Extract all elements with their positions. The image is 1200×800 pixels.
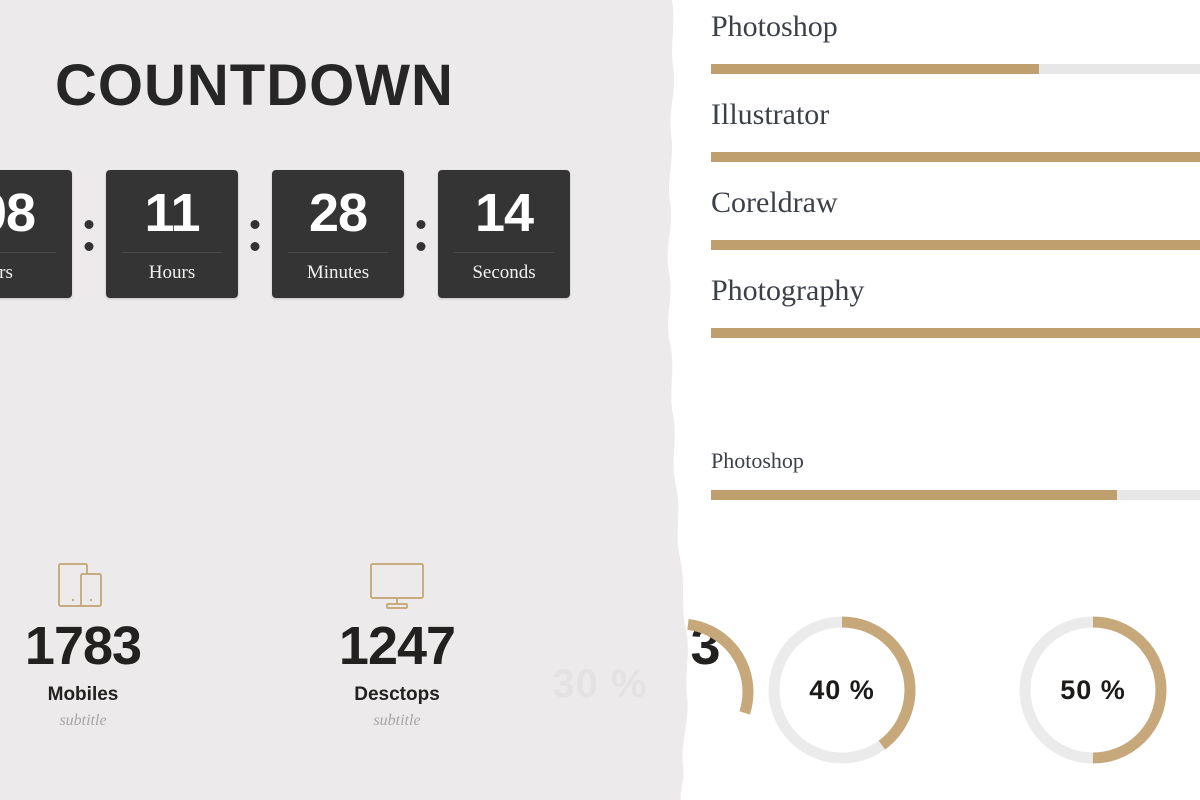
skill-item-photoshop-1: Photoshop xyxy=(711,10,1200,74)
countdown-colon-2 xyxy=(238,170,272,298)
skill-bar-track xyxy=(711,328,1200,338)
countdown-unit-seconds: 14 Seconds xyxy=(438,170,570,298)
counter-title: Desctops xyxy=(354,684,440,705)
donut-chart-40: 40 % xyxy=(762,610,922,770)
skill-bar-track xyxy=(711,152,1200,162)
skill-bar-fill xyxy=(711,490,1117,500)
skill-bar-fill xyxy=(711,328,1200,338)
countdown-value: 28 xyxy=(308,183,368,243)
page-title: COUNTDOWN xyxy=(55,53,454,118)
desktop-monitor-icon xyxy=(292,555,502,615)
skill-label: Photoshop xyxy=(711,10,838,43)
donut-chart-clipped xyxy=(600,612,760,772)
counter-title: Mobiles xyxy=(47,684,119,705)
skill-label: Coreldraw xyxy=(711,186,838,219)
countdown-unit-days: 08 rs xyxy=(0,170,72,298)
skill-item-coreldraw: Coreldraw xyxy=(711,186,1200,250)
counter-value: 1247 xyxy=(338,616,456,676)
skill-bar-track xyxy=(711,490,1200,500)
skill-bar-track xyxy=(711,64,1200,74)
countdown-unit-hours: 11 Hours xyxy=(106,170,238,298)
counter-value: 1783 xyxy=(24,616,142,676)
skill-bar-fill xyxy=(711,64,1039,74)
counter-mobiles: 1783 Mobiles subtitle xyxy=(0,555,188,730)
clipped-icon xyxy=(600,555,810,615)
screenshot-root: COUNTDOWN 08 rs 11 Hours 28 Minutes 1 xyxy=(0,0,1200,800)
countdown-divider xyxy=(454,252,554,253)
donut-value-label: 40 % xyxy=(809,674,875,705)
countdown-divider xyxy=(122,252,222,253)
countdown-label: Minutes xyxy=(306,262,370,283)
skill-label: Photoshop xyxy=(711,448,804,473)
countdown-unit-minutes: 28 Minutes xyxy=(272,170,404,298)
mobile-devices-icon xyxy=(0,555,188,615)
countdown-value: 14 xyxy=(474,183,534,243)
donut-chart-50: 50 % xyxy=(1013,610,1173,770)
skill-bar-track xyxy=(711,240,1200,250)
skill-label: Illustrator xyxy=(711,98,830,131)
countdown-value: 11 xyxy=(144,183,200,243)
countdown-divider xyxy=(288,252,388,253)
countdown-timer: 08 rs 11 Hours 28 Minutes 14 Seconds xyxy=(0,170,570,298)
countdown-colon-1 xyxy=(72,170,106,298)
skill-item-photography: Photography xyxy=(711,274,1200,338)
donut-value-label: 50 % xyxy=(1060,674,1126,705)
skill-item-illustrator: Illustrator xyxy=(711,98,1200,162)
countdown-label: Seconds xyxy=(472,262,536,283)
skill-item-photoshop-2: Photoshop xyxy=(711,448,1200,500)
counter-subtitle: subtitle xyxy=(373,712,421,729)
countdown-divider xyxy=(0,252,56,253)
countdown-label: Hours xyxy=(148,262,196,283)
skill-bar-fill xyxy=(711,152,1200,162)
counter-desktops: 1247 Desctops subtitle xyxy=(292,555,502,730)
countdown-value: 08 xyxy=(0,183,36,243)
skill-bar-fill xyxy=(711,240,1200,250)
skill-label: Photography xyxy=(711,274,865,307)
countdown-label: rs xyxy=(0,262,13,283)
countdown-colon-3 xyxy=(404,170,438,298)
counter-subtitle: subtitle xyxy=(59,712,107,729)
